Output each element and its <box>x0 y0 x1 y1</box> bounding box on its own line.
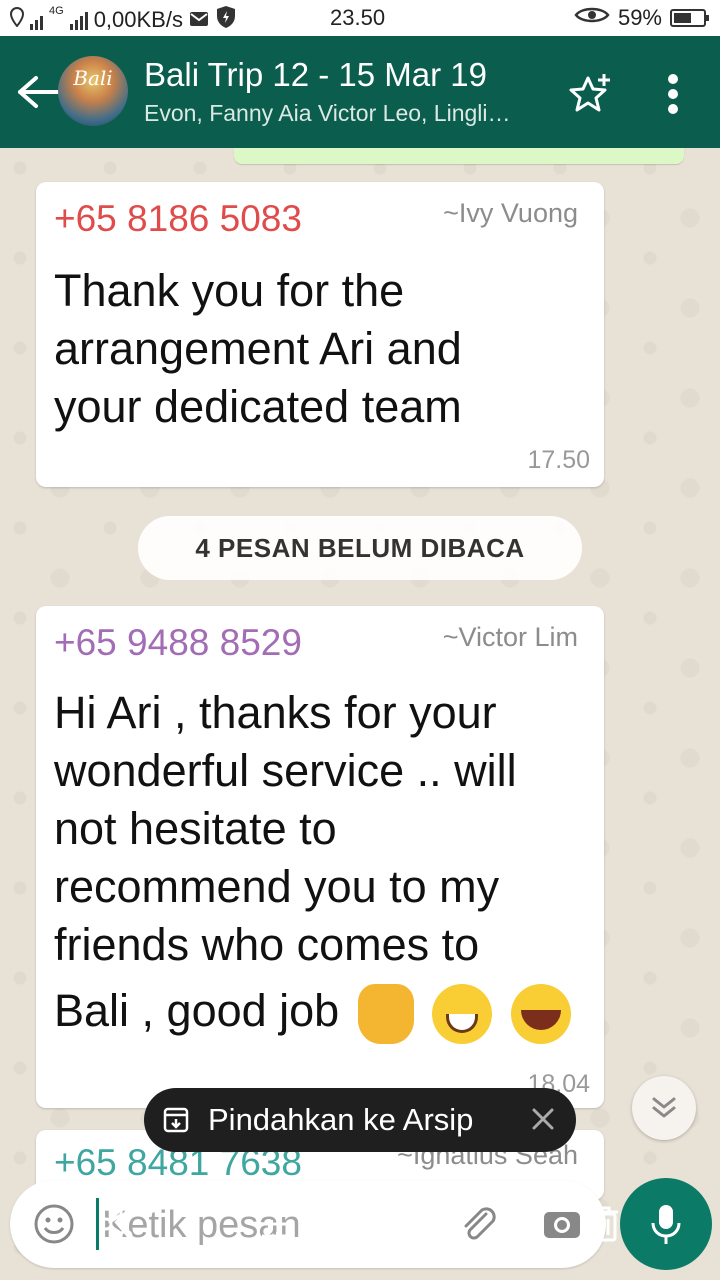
chat-header: Bali Bali Trip 12 - 15 Mar 19 Evon, Fann… <box>0 36 720 148</box>
location-icon <box>9 6 25 33</box>
emoji-icon[interactable] <box>32 1202 76 1246</box>
voice-message-button[interactable] <box>620 1178 712 1270</box>
previous-outgoing-bubble[interactable] <box>234 148 684 164</box>
message-line: not hesitate to <box>54 803 337 854</box>
message-composer[interactable]: Ketik pesan <box>10 1180 618 1268</box>
back-arrow-icon <box>18 76 62 108</box>
sender-number[interactable]: +65 8186 5083 <box>54 198 302 240</box>
grinning-face-icon <box>432 984 493 1045</box>
sender-number[interactable]: +65 9488 8529 <box>54 622 302 664</box>
close-icon[interactable] <box>528 1104 558 1134</box>
menu-dot-icon <box>668 89 678 99</box>
status-bar: 4G 0,00KB/s 23.50 59% <box>0 0 720 36</box>
message-line: Hi Ari , thanks for your <box>54 687 497 738</box>
message-line: your dedicated team <box>54 381 462 432</box>
signal-icon <box>30 10 43 30</box>
message-line: Bali , good job <box>54 985 340 1036</box>
attach-icon[interactable] <box>456 1202 500 1246</box>
toast-text: Pindahkan ke Arsip <box>208 1102 474 1137</box>
message-line-with-emoji: Bali , good job <box>54 982 599 1045</box>
message-line: arrangement Ari and <box>54 323 462 374</box>
share-icon[interactable] <box>94 1202 138 1246</box>
avatar-logo-text: Bali <box>73 66 113 90</box>
thumbs-up-icon <box>357 984 414 1045</box>
double-chevron-down-icon <box>652 1097 676 1118</box>
message-bubble[interactable]: +65 8186 5083 ~Ivy Vuong Thank you for t… <box>36 182 604 487</box>
chat-title[interactable]: Bali Trip 12 - 15 Mar 19 <box>144 56 487 94</box>
message-bubble[interactable]: +65 9488 8529 ~Victor Lim Hi Ari , thank… <box>36 606 604 1108</box>
rolling-laughing-icon <box>510 984 571 1045</box>
eye-icon <box>574 5 610 31</box>
back-button[interactable] <box>14 74 64 110</box>
menu-dot-icon <box>668 74 678 84</box>
scroll-to-bottom-button[interactable] <box>632 1076 696 1140</box>
overflow-menu-button[interactable] <box>656 72 690 116</box>
group-avatar[interactable]: Bali <box>58 56 128 126</box>
archive-icon <box>163 1107 189 1133</box>
data-speed: 0,00KB/s <box>93 7 183 32</box>
battery-icon <box>670 9 709 27</box>
shield-icon <box>215 5 237 35</box>
message-text: Thank you for the arrangement Ari and yo… <box>54 262 594 436</box>
star-plus-icon <box>569 74 610 112</box>
battery-percent: 59% <box>617 5 662 30</box>
chat-participants[interactable]: Evon, Fanny Aia Victor Leo, Lingli… <box>144 100 544 127</box>
microphone-icon <box>651 1205 681 1244</box>
sender-name: ~Victor Lim <box>442 622 578 652</box>
starred-messages-button[interactable] <box>566 72 614 116</box>
menu-dot-icon <box>668 104 678 114</box>
trash-icon[interactable] <box>584 1202 624 1246</box>
message-line: recommend you to my <box>54 861 500 912</box>
sliders-icon[interactable] <box>256 1202 300 1246</box>
sender-name: ~Ivy Vuong <box>443 198 578 228</box>
message-text: Hi Ari , thanks for your wonderful servi… <box>54 684 599 1045</box>
signal-strength-icon <box>69 10 88 30</box>
network-type: 4G <box>49 5 64 17</box>
mail-icon <box>189 7 209 33</box>
message-line: friends who comes to <box>54 919 480 970</box>
message-line: wonderful service .. will <box>54 745 517 796</box>
camera-icon[interactable] <box>540 1202 584 1246</box>
unread-messages-banner: 4 PESAN BELUM DIBACA <box>138 516 582 580</box>
message-time: 17.50 <box>527 446 590 474</box>
message-line: Thank you for the <box>54 265 405 316</box>
archive-toast[interactable]: Pindahkan ke Arsip <box>144 1088 576 1152</box>
clock: 23.50 <box>330 5 386 30</box>
